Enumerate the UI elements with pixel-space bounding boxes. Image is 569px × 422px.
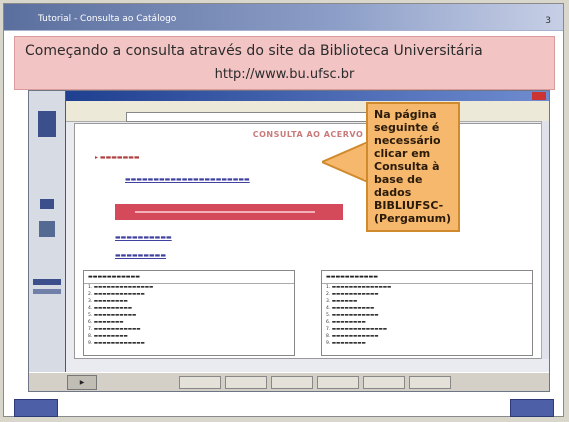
slide-frame: Tutorial - Consulta ao Catálogo 3 Começa… [3, 3, 564, 417]
table-row: 3. ▬▬▬▬▬▬▬▬ [88, 299, 128, 304]
site-text-bar [33, 279, 61, 285]
table-row: 1. ▬▬▬▬▬▬▬▬▬▬▬▬▬▬ [88, 285, 154, 290]
pergamum-link: ▬▬▬▬▬▬▬▬▬▬▬▬▬▬▬▬▬▬▬▬▬▬ [125, 176, 250, 183]
section-label: ▸ ▬▬▬▬▬▬▬ [95, 154, 140, 161]
callout-text: Na página seguinte é necessário clicar e… [374, 108, 452, 225]
table-row: 8. ▬▬▬▬▬▬▬▬▬▬▬ [326, 334, 379, 339]
help-table-right: ▬▬▬▬▬▬▬▬▬▬▬ 1. ▬▬▬▬▬▬▬▬▬▬▬▬▬▬ 2. ▬▬▬▬▬▬▬… [321, 270, 533, 356]
site-decor-block [40, 199, 54, 209]
table-row: 2. ▬▬▬▬▬▬▬▬▬▬▬▬ [88, 292, 145, 297]
table-row: 7. ▬▬▬▬▬▬▬▬▬▬▬▬▬ [326, 327, 387, 332]
highlight-bar-stripe [135, 211, 315, 213]
heading-title: Começando a consulta através do site da … [25, 43, 483, 59]
table-row: 8. ▬▬▬▬▬▬▬▬ [88, 334, 128, 339]
callout: Na página seguinte é necessário clicar e… [322, 102, 522, 242]
windows-taskbar: ▶ [29, 372, 549, 391]
page-link: ▬▬▬▬▬▬▬▬▬ [115, 252, 167, 259]
taskbar-item [225, 376, 267, 389]
table-row: 3. ▬▬▬▬▬▬ [326, 299, 358, 304]
help-table-left: ▬▬▬▬▬▬▬▬▬▬▬ 1. ▬▬▬▬▬▬▬▬▬▬▬▬▬▬ 2. ▬▬▬▬▬▬▬… [83, 270, 295, 356]
table-row: 5. ▬▬▬▬▬▬▬▬▬▬ [88, 313, 137, 318]
page-number: 3 [545, 16, 551, 26]
heading-url: http://www.bu.ufsc.br [214, 67, 355, 82]
taskbar-item [317, 376, 359, 389]
table-row: 6. ▬▬▬▬▬▬▬▬ [326, 320, 366, 325]
table-row: 5. ▬▬▬▬▬▬▬▬▬▬▬ [326, 313, 379, 318]
highlight-bar [115, 204, 343, 220]
site-logo-block [38, 111, 56, 137]
slide-top-title: Tutorial - Consulta ao Catálogo [38, 14, 177, 24]
taskbar-item [179, 376, 221, 389]
taskbar-item [363, 376, 405, 389]
site-icon [39, 221, 55, 237]
table-header: ▬▬▬▬▬▬▬▬▬▬▬ [322, 271, 532, 284]
page-link: ▬▬▬▬▬▬▬▬▬▬ [115, 234, 172, 241]
table-row: 4. ▬▬▬▬▬▬▬▬▬ [88, 306, 132, 311]
slide-top-bar: Tutorial - Consulta ao Catálogo [4, 4, 563, 31]
site-text-bar [33, 289, 61, 294]
browser-scrollbar [541, 121, 549, 359]
taskbar-item [409, 376, 451, 389]
start-button: ▶ [67, 375, 97, 390]
table-row: 4. ▬▬▬▬▬▬▬▬▬▬ [326, 306, 375, 311]
table-row: 9. ▬▬▬▬▬▬▬▬▬▬▬▬ [88, 341, 145, 346]
table-row: 2. ▬▬▬▬▬▬▬▬▬▬▬ [326, 292, 379, 297]
table-row: 1. ▬▬▬▬▬▬▬▬▬▬▬▬▬▬ [326, 285, 392, 290]
taskbar-item [271, 376, 313, 389]
table-header: ▬▬▬▬▬▬▬▬▬▬▬ [84, 271, 294, 284]
table-row: 9. ▬▬▬▬▬▬▬▬ [326, 341, 366, 346]
prev-slide-button[interactable] [14, 399, 58, 417]
table-row: 7. ▬▬▬▬▬▬▬▬▬▬▬ [88, 327, 141, 332]
heading-band: Começando a consulta através do site da … [14, 36, 555, 90]
callout-box: Na página seguinte é necessário clicar e… [366, 102, 460, 232]
browser-title-bar [66, 91, 549, 101]
table-row: 6. ▬▬▬▬▬▬▬ [88, 320, 124, 325]
close-icon [532, 92, 546, 100]
background-site-strip [29, 91, 66, 391]
next-slide-button[interactable] [510, 399, 554, 417]
callout-arrow-icon [322, 142, 370, 182]
